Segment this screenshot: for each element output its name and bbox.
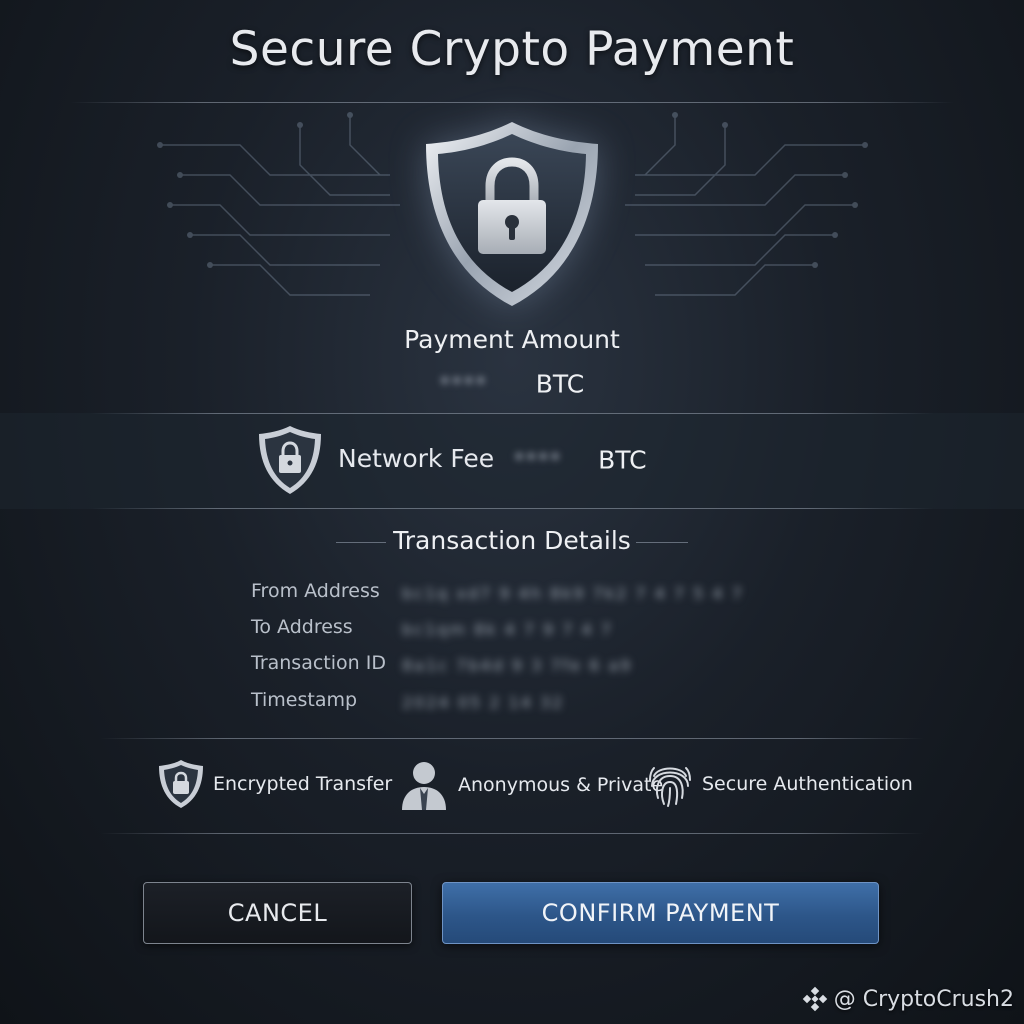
feature-label: Anonymous & Private [458,774,664,796]
features-bottom-divider [100,833,924,834]
network-fee-label: Network Fee [338,444,495,473]
to-address-value: bc1qm 8k 4 7 9 7 4 7 [402,620,613,639]
transaction-details-title: Transaction Details [393,526,631,555]
watermark-text: @ CryptoCrush2 [833,986,1014,1012]
payment-amount-value: **** [439,372,488,396]
details-title-line-right [636,542,688,543]
circuit-decoration-right [625,112,868,296]
network-fee-value: **** [514,448,563,472]
fee-top-divider [90,413,934,414]
feature-label: Secure Authentication [702,773,913,795]
watermark: @ CryptoCrush2 [802,986,1014,1012]
payment-amount-row: **** BTC [0,368,1024,399]
to-address-label: To Address [251,616,353,638]
shield-lock-icon [259,426,321,494]
shield-lock-icon [426,122,598,306]
payment-amount-label: Payment Amount [404,325,620,354]
feature-label: Encrypted Transfer [213,773,393,795]
features-top-divider [100,738,924,739]
from-address-value: bc1q xd7 9 4h 8k9 7k2 7 4 7 5 4 7 [402,584,744,603]
title-divider [70,102,954,103]
transaction-id-label: Transaction ID [251,652,386,674]
network-fee-unit: BTC [598,445,647,475]
timestamp-value: 2024 05 2 14 32 [402,693,565,712]
page-title: Secure Crypto Payment [229,22,795,77]
shield-lock-icon [159,760,203,808]
transaction-id-value: 8a1c 7b4d 9 3 7fe 6 a9 [402,656,633,675]
user-icon [402,762,446,810]
binance-logo-icon [802,986,828,1012]
cancel-button[interactable]: CANCEL [143,882,412,944]
timestamp-label: Timestamp [251,689,358,711]
feature-secure-authentication: Secure Authentication [646,758,913,810]
from-address-label: From Address [251,580,380,602]
feature-anonymous-private: Anonymous & Private [398,758,663,812]
network-fee-row: Network Fee **** BTC [338,444,647,475]
fee-bottom-divider [90,508,934,509]
fingerprint-icon [649,767,691,807]
payment-amount-unit: BTC [535,369,585,399]
confirm-payment-button[interactable]: CONFIRM PAYMENT [442,882,879,944]
circuit-decoration-left [157,112,400,296]
feature-encrypted-transfer: Encrypted Transfer [157,758,392,810]
